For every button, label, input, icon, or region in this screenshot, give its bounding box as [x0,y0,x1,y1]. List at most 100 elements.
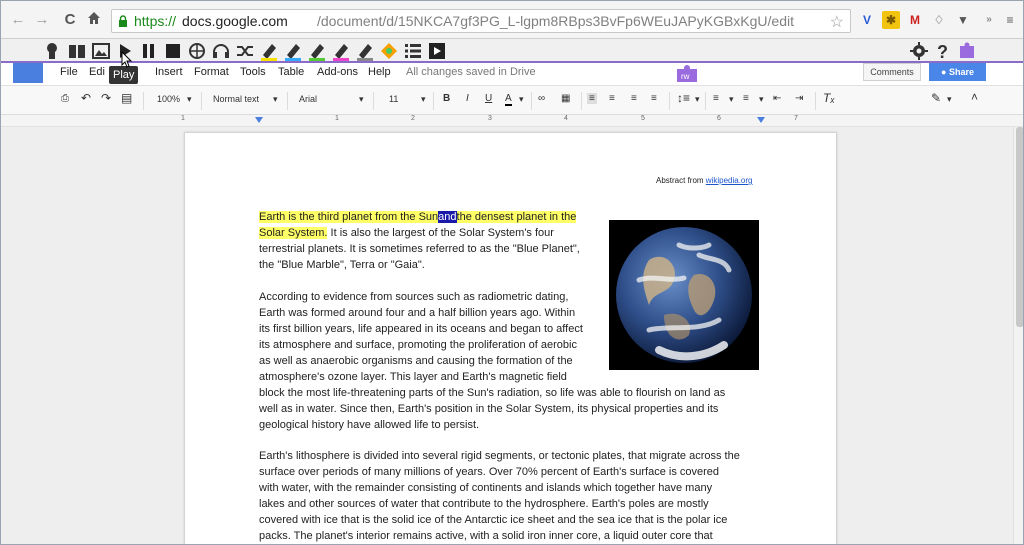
screenshot-reader-icon[interactable] [427,41,447,61]
wikipedia-link[interactable]: wikipedia.org [706,176,753,185]
paint-format-icon[interactable]: ▤ [121,91,132,105]
more-extensions-icon[interactable]: » [980,11,998,29]
menu-addons[interactable]: Add-ons [317,66,358,78]
style-select[interactable]: Normal text [213,94,259,104]
line-spacing-icon[interactable]: ↕≡ [677,91,690,105]
align-left-icon[interactable]: ≡ [587,93,597,104]
highlighter-green-icon[interactable] [307,41,327,61]
italic-button[interactable]: I [466,93,469,104]
toolbar-divider [815,92,816,110]
comment-icon[interactable]: ▦ [561,93,570,104]
rw-puzzle-icon[interactable] [957,41,977,61]
align-right-icon[interactable]: ≡ [631,93,637,104]
highlighter-blue-icon[interactable] [283,41,303,61]
audio-maker-icon[interactable] [211,41,231,61]
highlighted-text: Earth is the third planet from the Sun [259,211,439,223]
menu-insert[interactable]: Insert [155,66,183,78]
paragraph-line: geological history have allowed life to … [259,419,480,431]
scroll-thumb[interactable] [1016,127,1023,327]
url-scheme: https:// [134,13,177,29]
increase-indent-icon[interactable]: ⇥ [795,93,803,104]
stop-icon[interactable] [163,41,183,61]
format-toolbar: ⎙ ↶ ↷ ▤ 100% ▾ Normal text ▾ Arial ▾ 11 … [1,85,1023,115]
chevron-down-icon: ▾ [273,94,278,104]
print-icon[interactable]: ⎙ [61,93,69,104]
vertical-scrollbar[interactable] [1013,127,1023,544]
rw-floating-icon[interactable]: rw [675,63,699,85]
highlighter-yellow-icon[interactable] [259,41,279,61]
underline-button[interactable]: U [485,93,492,104]
align-justify-icon[interactable]: ≡ [651,93,657,104]
speech-head-icon[interactable] [43,41,63,61]
chevron-down-icon: ▾ [759,94,764,104]
menu-tools[interactable]: Tools [240,66,266,78]
paragraph-line: terrestrial planets. It is sometimes ref… [259,243,580,255]
ruler-number: 1 [335,115,339,122]
sticky-note-extension-icon[interactable]: ✱ [882,11,900,29]
menu-help[interactable]: Help [368,66,391,78]
chevron-down-icon: ▾ [947,94,952,104]
paragraph-line: atmosphere's ozone layer. This layer and… [259,371,567,383]
back-arrow-icon[interactable]: ← [9,11,27,29]
forward-arrow-icon[interactable]: → [33,11,51,29]
toolbar-divider [531,92,532,110]
docs-logo[interactable] [13,63,43,83]
zoom-select[interactable]: 100% [157,94,180,104]
paragraph-1[interactable]: Earth is the third planet from the Sunan… [259,209,580,273]
menu-file[interactable]: File [60,66,78,78]
app-frame: ← → C https:// docs.google.com /document… [0,0,1024,545]
menu-format[interactable]: Format [194,66,229,78]
address-bar[interactable]: https:// docs.google.com /document/d/15N… [111,9,851,33]
menu-table[interactable]: Table [278,66,304,78]
shuffle-icon[interactable] [235,41,255,61]
comments-button[interactable]: Comments [863,63,921,81]
vocabulary-list-icon[interactable] [403,41,423,61]
home-icon[interactable] [85,11,103,29]
share-button[interactable]: ● Share [929,63,986,81]
translator-icon[interactable] [187,41,207,61]
bulleted-list-icon[interactable]: ≡ [743,93,749,104]
bold-button[interactable]: B [443,93,450,104]
ruler: 1 1 2 3 4 5 6 7 [1,115,1023,127]
reload-icon[interactable]: C [61,11,79,29]
shield-extension-icon[interactable]: ▼ [954,11,972,29]
pause-icon[interactable] [139,41,159,61]
text-color-button[interactable]: A [505,93,512,106]
link-icon[interactable]: ∞ [538,93,545,104]
ruler-number: 2 [411,115,415,122]
clear-highlights-icon[interactable] [379,41,399,61]
bookmark-star-icon[interactable]: ☆ [830,12,844,32]
undo-icon[interactable]: ↶ [81,91,91,105]
reading-toolbar: ? [1,39,1023,63]
paragraph-3[interactable]: Earth's lithosphere is divided into seve… [259,448,740,544]
paragraph-line: Earth's lithosphere is divided into seve… [259,450,740,462]
decrease-indent-icon[interactable]: ⇤ [773,93,781,104]
earth-image[interactable] [609,220,759,370]
paragraph-line: block the most life-threatening parts of… [259,387,726,399]
paragraph-line: covered with ice that is the solid ice o… [259,514,728,526]
font-size-select[interactable]: 11 [389,94,398,104]
pencil-icon[interactable]: ✎ [931,91,941,105]
v-extension-icon[interactable]: V [858,11,876,29]
clear-formatting-icon[interactable]: Tₓ [823,91,835,105]
numbered-list-icon[interactable]: ≡ [713,93,719,104]
highlighter-pink-icon[interactable] [331,41,351,61]
paragraph-line: the "Blue Marble", Terra or "Gaia". [259,259,425,271]
picture-dictionary-icon[interactable] [91,41,111,61]
menu-edit[interactable]: Edi [89,66,105,78]
left-indent-marker[interactable] [255,117,263,123]
gear-icon[interactable] [909,41,929,61]
redo-icon[interactable]: ↷ [101,91,111,105]
collapse-toolbar-icon[interactable]: ˄ [971,90,978,104]
gmail-icon[interactable]: M [906,11,924,29]
ruler-number: 6 [717,115,721,122]
font-select[interactable]: Arial [299,94,317,104]
bell-icon[interactable]: ♢ [930,11,948,29]
chrome-menu-icon[interactable]: ≡ [1001,11,1019,29]
right-indent-marker[interactable] [757,117,765,123]
collect-highlights-icon[interactable] [355,41,375,61]
dictionary-book-icon[interactable] [67,41,87,61]
align-center-icon[interactable]: ≡ [609,93,615,104]
ruler-number: 3 [488,115,492,122]
help-question-icon[interactable]: ? [933,41,953,61]
